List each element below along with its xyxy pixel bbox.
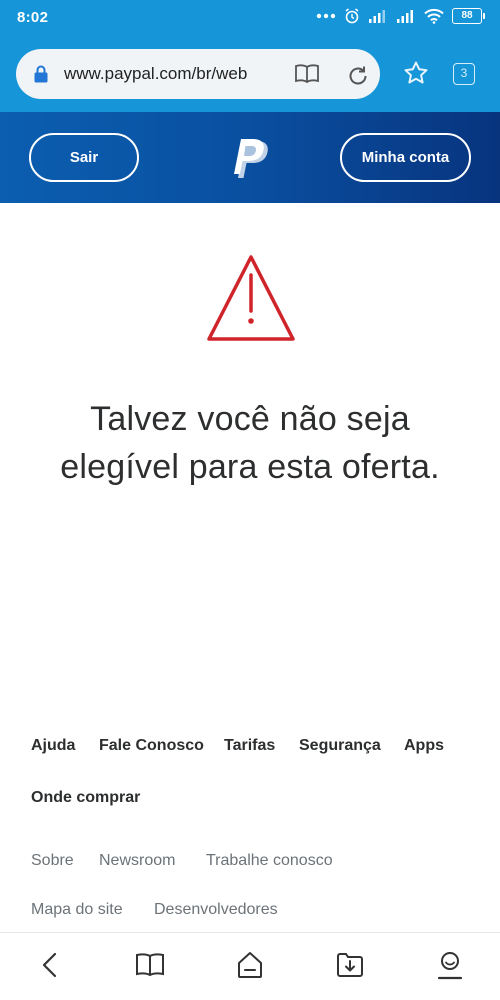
footer-link-fale-conosco[interactable]: Fale Conosco [99,737,204,755]
site-header: Sair Minha conta [0,112,500,203]
more-dots-icon [316,13,336,19]
downloads-icon[interactable] [334,949,366,981]
footer-link-mapa-do-site[interactable]: Mapa do site [31,901,123,919]
signal-icon [368,9,388,23]
ineligible-message: Talvez você não seja elegível para esta … [60,400,440,486]
home-icon[interactable] [234,949,266,981]
footer-link-tarifas[interactable]: Tarifas [224,737,275,755]
footer-link-trabalhe-conosco[interactable]: Trabalhe conosco [206,852,333,870]
url-text[interactable]: www.paypal.com/br/web [64,64,247,84]
browser-bottom-nav [0,932,500,1000]
wifi-icon [424,8,444,24]
signal-icon-2 [396,9,416,23]
star-icon[interactable] [403,60,429,91]
status-bar: 8:02 88 [0,0,500,36]
footer-link-ajuda[interactable]: Ajuda [31,737,75,755]
reload-icon[interactable] [346,63,370,92]
reader-mode-icon[interactable] [294,63,320,90]
tabs-count-button[interactable]: 3 [453,63,475,85]
lock-icon [33,65,49,88]
browser-toolbar: www.paypal.com/br/web 3 [0,36,500,112]
address-bar[interactable]: www.paypal.com/br/web [16,49,380,99]
bookmarks-icon[interactable] [134,949,166,981]
footer-link-desenvolvedores[interactable]: Desenvolvedores [154,901,278,919]
footer-link-newsroom[interactable]: Newsroom [99,852,175,870]
back-icon[interactable] [34,949,66,981]
my-account-button[interactable]: Minha conta [340,133,471,182]
status-time: 8:02 [17,9,49,26]
warning-icon [205,253,297,348]
status-icons: 88 [316,8,485,24]
paypal-logo-icon[interactable] [230,138,270,187]
profile-icon[interactable] [434,949,466,981]
footer-link-seguranca[interactable]: Segurança [299,737,381,755]
battery-icon: 88 [452,8,485,24]
logout-button[interactable]: Sair [29,133,139,182]
footer-link-apps[interactable]: Apps [404,737,444,755]
footer-link-onde-comprar[interactable]: Onde comprar [31,789,140,807]
footer-link-sobre[interactable]: Sobre [31,852,74,870]
alarm-icon [344,8,360,24]
